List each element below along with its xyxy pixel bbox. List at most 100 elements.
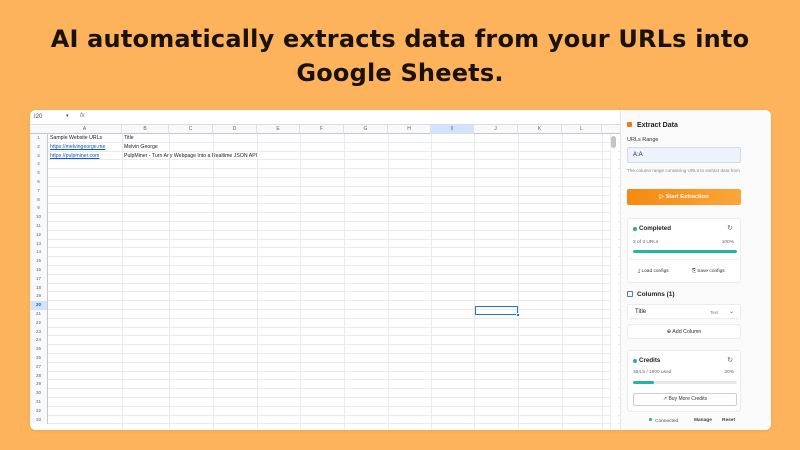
row-header[interactable]: 17 [30,274,48,284]
refresh-icon[interactable]: ↻ [727,224,733,232]
column-header-c[interactable]: C [169,125,213,134]
fx-icon: fx [80,113,85,119]
table-row: 22 [30,318,620,328]
row-header[interactable]: 7 [30,186,48,196]
table-row: 33 [30,415,620,425]
table-row: 18 [30,283,620,293]
row-header[interactable]: 6 [30,178,48,187]
column-item-title[interactable]: Title Text ⌄ [627,304,741,319]
column-header-e[interactable]: E [257,125,300,134]
row-header[interactable]: 10 [30,213,48,222]
credits-refresh-icon[interactable]: ↻ [727,356,733,364]
fill-handle[interactable] [516,313,520,317]
cell-a1[interactable]: Sample Website URLs [48,134,102,143]
grid-line [602,134,603,430]
row-header[interactable]: 5 [30,169,48,178]
row-header[interactable]: 30 [30,389,48,398]
save-configs-button[interactable]: ⎘ Save configs [692,268,725,274]
table-row: 28 [30,371,620,381]
row-header[interactable]: 12 [30,230,48,240]
vertical-scrollbar[interactable] [610,134,618,430]
column-header-d[interactable]: D [213,125,257,134]
columns-title: Columns (1) [637,291,675,298]
table-row: 16 [30,266,620,275]
row-header[interactable]: 32 [30,406,48,416]
credits-bar [633,381,737,384]
row-header[interactable]: 1 [30,134,48,143]
row-header[interactable]: 3 [30,151,48,161]
row-header[interactable]: 9 [30,204,48,214]
cell-a3[interactable]: https://pulpminer.com [48,152,99,161]
row-header[interactable]: 11 [30,222,48,231]
table-row: 4 [30,160,620,170]
table-row: 25 [30,345,620,354]
urls-range-input[interactable]: A:A [627,147,741,163]
row-header[interactable]: 16 [30,266,48,275]
table-row: 29 [30,380,620,390]
name-box[interactable]: I20 [34,114,68,120]
buy-more-credits-button[interactable]: ↗ Buy More Credits [633,393,737,406]
row-header[interactable]: 8 [30,195,48,205]
row-header[interactable]: 13 [30,239,48,249]
column-header-l[interactable]: L [562,125,602,134]
row-header[interactable]: 24 [30,336,48,346]
row-header[interactable]: 23 [30,327,48,337]
row-header[interactable]: 27 [30,362,48,372]
chevron-down-icon[interactable]: ⌄ [729,308,734,315]
extract-data-panel: Extract Data URLs Range A:A The column r… [620,110,771,430]
progress-percent: 100% [721,240,734,245]
row-header[interactable]: 33 [30,415,48,425]
row-header[interactable]: 18 [30,283,48,293]
column-header-f[interactable]: F [300,125,344,134]
table-row: 12 [30,230,620,240]
scrollbar-thumb[interactable] [611,136,616,148]
column-header-a[interactable]: A [48,125,122,134]
reset-link[interactable]: Reset [722,418,735,423]
progress-bar-fill [633,250,737,253]
row-header[interactable]: 28 [30,371,48,381]
row-header[interactable]: 26 [30,354,48,363]
table-row: 3 https://pulpminer.com PulpMiner - Turn A… [30,151,620,161]
row-header[interactable]: 19 [30,292,48,302]
cell-b1[interactable]: Title [122,134,134,143]
row-header[interactable]: 4 [30,160,48,170]
cell-b3[interactable]: PulpMiner - Turn Any Webpage Into a Real… [122,152,257,161]
row-header[interactable]: 29 [30,380,48,390]
add-column-button[interactable]: ⊕ Add Column [627,324,741,339]
column-header-b[interactable]: B [122,125,169,134]
manage-link[interactable]: Manage [694,418,712,423]
table-row: 23 [30,327,620,337]
column-header-h[interactable]: H [388,125,431,134]
headline-line-1: AI automatically extracts data from your… [50,25,750,53]
column-header-k[interactable]: K [518,125,562,134]
column-header-g[interactable]: G [344,125,388,134]
connected-dot [649,418,652,421]
row-header[interactable]: 31 [30,398,48,407]
row-header[interactable]: 20 [30,301,48,310]
start-extraction-button[interactable]: ▷ Start Extraction [627,189,741,205]
row-header[interactable]: 14 [30,248,48,258]
cell-a2[interactable]: https://melvingeorge.me [48,143,105,152]
row-header[interactable]: 2 [30,142,48,152]
table-row: 9 [30,204,620,214]
urls-range-help: The column range containing URLs to extr… [627,168,740,173]
load-configs-button[interactable]: ⤓ Load configs [638,268,669,274]
table-row: 10 [30,213,620,222]
table-row: 32 [30,406,620,416]
row-header[interactable]: 25 [30,345,48,354]
column-headers: ABCDEFGHIJKL [30,125,620,134]
credits-used-text: 354.5 / 1800 used [633,370,672,375]
grid-line [562,134,563,430]
grid-line [344,134,345,430]
panel-title: Extract Data [637,122,678,129]
table-row: 5 [30,169,620,178]
column-header-i[interactable]: I [431,125,474,134]
cell-b2[interactable]: Melvin George [122,143,158,152]
row-header[interactable]: 15 [30,257,48,266]
selected-cell-i20[interactable] [475,306,518,315]
row-header[interactable]: 21 [30,310,48,319]
column-header-j[interactable]: J [474,125,518,134]
row-header[interactable]: 22 [30,318,48,328]
grid-line [257,134,258,430]
name-box-dropdown-icon[interactable]: ▾ [66,113,69,119]
